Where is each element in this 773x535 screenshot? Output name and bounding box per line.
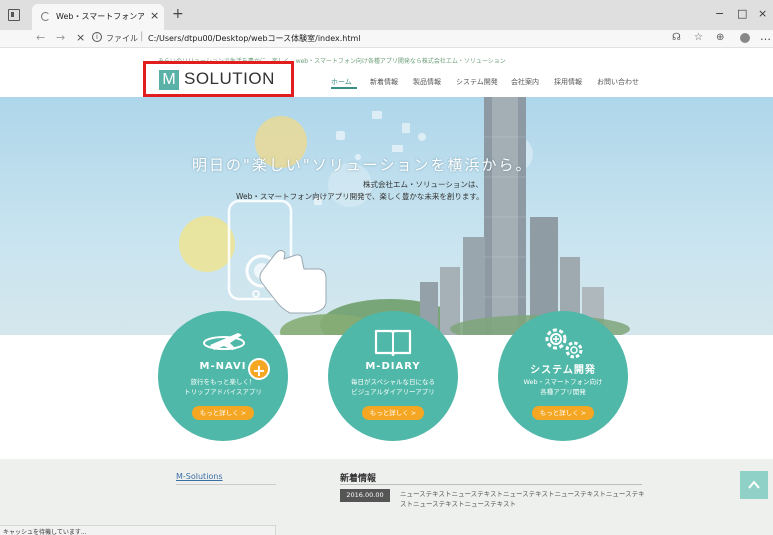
forward-icon[interactable]: → — [56, 31, 65, 44]
news-heading: 新着情報 — [340, 474, 377, 484]
nav-contact[interactable]: お問い合わせ — [597, 77, 639, 87]
chevron-up-icon — [748, 480, 760, 489]
nav-system-dev[interactable]: システム開発 — [456, 77, 498, 87]
loading-icon — [41, 12, 50, 21]
product-description-line1: Web・スマートフォン向け — [523, 378, 603, 386]
news-date-badge: 2016.00.00 — [340, 489, 390, 502]
nav-products[interactable]: 製品情報 — [413, 77, 441, 87]
annotation-highlight-box — [143, 61, 294, 97]
read-aloud-icon[interactable]: ☊ — [672, 32, 681, 43]
tab-title: Web・スマートフォンアプリ企業・製品 — [56, 12, 144, 21]
nav-active-underline — [331, 87, 357, 89]
product-name: システム開発 — [530, 365, 596, 376]
more-details-button[interactable]: もっと詳しく > — [532, 406, 594, 420]
book-icon — [374, 329, 412, 357]
back-icon[interactable]: ← — [36, 31, 45, 44]
more-menu-icon[interactable]: … — [760, 30, 771, 43]
footer-divider — [176, 484, 276, 485]
hero-subtext-1: 株式会社エム・ソリューションは、 — [363, 180, 483, 189]
browser-tab-bar: Web・スマートフォンアプリ企業・製品 × + − □ × — [0, 0, 773, 30]
airplane-icon — [203, 333, 245, 350]
address-separator: | — [140, 31, 144, 42]
new-tab-icon[interactable]: + — [172, 6, 184, 22]
window-close-icon[interactable]: × — [758, 7, 767, 20]
product-description-line2: 各種アプリ開発 — [540, 388, 586, 396]
hero-headline: 明日の"楽しい"ソリューションを横浜から。 — [192, 156, 533, 174]
hero-banner: 明日の"楽しい"ソリューションを横浜から。 株式会社エム・ソリューションは、 W… — [0, 97, 773, 335]
status-text: キャッシュを待機しています... — [3, 529, 87, 535]
browser-tab[interactable]: Web・スマートフォンアプリ企業・製品 × — [32, 4, 164, 30]
nav-recruit[interactable]: 採用情報 — [554, 77, 582, 87]
maximize-icon[interactable]: □ — [737, 7, 747, 20]
gears-icon — [545, 328, 583, 359]
favorites-star-icon[interactable]: ☆ — [694, 32, 703, 43]
product-description: 毎日がスペシャルな日になる ビジュアルダイアリーアプリ — [328, 377, 458, 397]
more-details-button[interactable]: もっと詳しく > — [362, 406, 424, 420]
product-card-m-diary[interactable]: M-DIARY 毎日がスペシャルな日になる ビジュアルダイアリーアプリ もっと詳… — [328, 311, 458, 441]
nav-home[interactable]: ホーム — [331, 77, 352, 87]
collections-icon[interactable]: ⊕ — [716, 32, 724, 43]
tab-close-icon[interactable]: × — [150, 9, 159, 22]
nav-news[interactable]: 新着情報 — [370, 77, 398, 87]
product-description: Web・スマートフォン向け 各種アプリ開発 — [498, 377, 628, 397]
address-scheme: ファイル — [106, 34, 138, 43]
window-menu-icon[interactable] — [8, 9, 20, 21]
news-divider — [340, 484, 642, 485]
product-name: M-NAVI — [199, 361, 247, 372]
hero-subtext-2: Web・スマートフォン向けアプリ開発で、楽しく豊かな未来を創ります。 — [236, 192, 484, 201]
product-card-m-navi[interactable]: + M-NAVI 旅行をもっと楽しく！ トリップアドバイスアプリ もっと詳しく … — [158, 311, 288, 441]
product-description: 旅行をもっと楽しく！ トリップアドバイスアプリ — [158, 377, 288, 397]
site-info-icon[interactable]: i — [92, 32, 102, 42]
product-description-line2: トリップアドバイスアプリ — [184, 388, 262, 396]
product-description-line1: 旅行をもっと楽しく！ — [190, 378, 256, 386]
footer-link-m-solutions[interactable]: M-Solutions — [176, 472, 223, 481]
status-bar: キャッシュを待機しています... — [0, 525, 276, 535]
product-name: M-DIARY — [365, 361, 421, 372]
hero-illustration — [179, 97, 630, 335]
news-item-text[interactable]: ニューステキストニューステキストニューステキストニューステキストニューステキスト… — [400, 489, 650, 509]
product-description-line2: ビジュアルダイアリーアプリ — [351, 388, 435, 396]
product-description-line1: 毎日がスペシャルな日になる — [350, 378, 436, 386]
stop-icon[interactable]: × — [76, 31, 85, 44]
address-url-input[interactable]: C:/Users/dtpu00/Desktop/webコース体験室/index.… — [148, 33, 361, 44]
profile-icon[interactable] — [740, 33, 750, 43]
scroll-to-top-button[interactable] — [740, 471, 768, 499]
product-card-system-dev[interactable]: システム開発 Web・スマートフォン向け 各種アプリ開発 もっと詳しく > — [498, 311, 628, 441]
address-bar: ← → × i ファイル | C:/Users/dtpu00/Desktop/w… — [0, 30, 773, 48]
minimize-icon[interactable]: − — [715, 7, 724, 20]
more-details-button[interactable]: もっと詳しく > — [192, 406, 254, 420]
nav-company[interactable]: 会社案内 — [511, 77, 539, 87]
